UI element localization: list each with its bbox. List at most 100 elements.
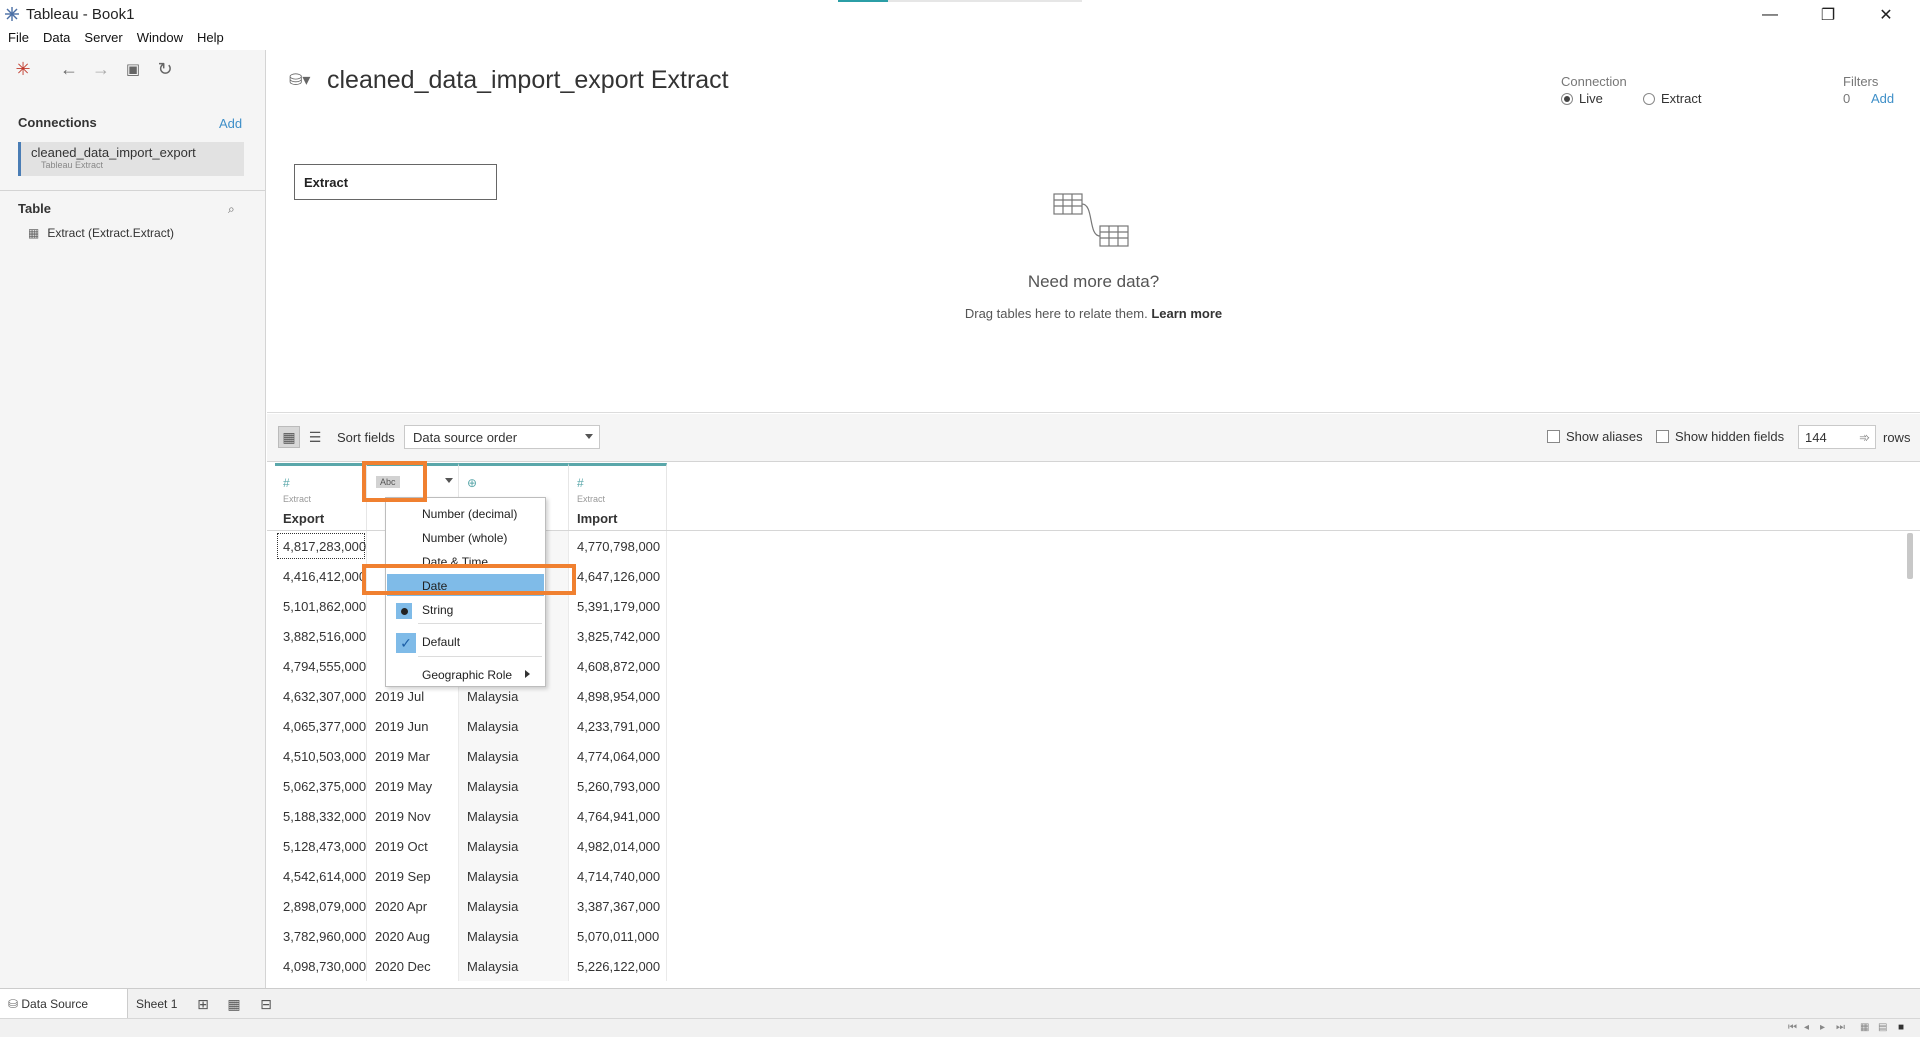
grid-cell[interactable]: 2019 Oct <box>367 831 459 861</box>
grid-cell[interactable]: Malaysia <box>459 801 569 831</box>
list-view-icon[interactable]: ☰ <box>304 426 326 448</box>
grid-cell[interactable]: Malaysia <box>459 921 569 951</box>
grid-cell[interactable]: 5,128,473,000 <box>275 831 367 861</box>
add-connection-link[interactable]: Add <box>219 116 242 131</box>
new-worksheet-icon[interactable]: ⊞ <box>192 993 214 1015</box>
grid-cell[interactable]: 4,770,798,000 <box>569 531 667 561</box>
grid-cell[interactable]: 2,898,079,000 <box>275 891 367 921</box>
grid-cell[interactable]: 2019 Mar <box>367 741 459 771</box>
radio-live[interactable]: Live <box>1561 91 1603 106</box>
grid-cell[interactable]: 2019 Nov <box>367 801 459 831</box>
datasource-icon[interactable]: ⛁▾ <box>289 70 310 90</box>
column-menu-chevron-icon[interactable] <box>445 478 453 483</box>
new-story-icon[interactable]: ⊟ <box>255 993 277 1015</box>
grid-cell[interactable]: 2020 Apr <box>367 891 459 921</box>
grid-cell[interactable]: 5,226,122,000 <box>569 951 667 981</box>
vertical-scrollbar[interactable] <box>1907 531 1915 988</box>
grid-cell[interactable]: 2019 Jun <box>367 711 459 741</box>
grid-cell[interactable]: 4,817,283,000 <box>275 531 367 561</box>
grid-cell[interactable]: 4,416,412,000 <box>275 561 367 591</box>
extract-table-box[interactable]: Extract <box>294 164 497 200</box>
grid-cell[interactable]: Malaysia <box>459 861 569 891</box>
menu-help[interactable]: Help <box>197 30 224 50</box>
search-icon[interactable]: ⌕ <box>228 202 235 217</box>
grid-cell[interactable]: 5,101,862,000 <box>275 591 367 621</box>
grid-cell[interactable]: 5,062,375,000 <box>275 771 367 801</box>
close-button[interactable]: ✕ <box>1858 0 1914 30</box>
grid-cell[interactable]: 2020 Aug <box>367 921 459 951</box>
grid-cell[interactable]: 3,882,516,000 <box>275 621 367 651</box>
tab-sheet-1[interactable]: Sheet 1 <box>128 989 184 1018</box>
grid-cell[interactable]: 5,188,332,000 <box>275 801 367 831</box>
menu-server[interactable]: Server <box>84 30 122 50</box>
menu-item-number-decimal[interactable]: Number (decimal) <box>387 502 544 524</box>
rows-input[interactable]: 144 ➾ <box>1798 425 1876 449</box>
grid-cell[interactable]: 4,510,503,000 <box>275 741 367 771</box>
menu-file[interactable]: File <box>8 30 29 50</box>
grid-cell[interactable]: 4,898,954,000 <box>569 681 667 711</box>
forward-icon[interactable]: → <box>90 58 112 80</box>
grid-cell[interactable]: 4,233,791,000 <box>569 711 667 741</box>
prev-page-icon[interactable]: ◂ <box>1804 1022 1818 1035</box>
grid-view-icon[interactable]: ▦ <box>278 426 300 448</box>
grid-cell[interactable]: 4,764,941,000 <box>569 801 667 831</box>
grid-cell[interactable]: 4,794,555,000 <box>275 651 367 681</box>
learn-more-link[interactable]: Learn more <box>1151 306 1222 321</box>
first-page-icon[interactable]: ⏮ <box>1788 1022 1802 1035</box>
restore-button[interactable]: ❐ <box>1800 0 1856 30</box>
new-dashboard-icon[interactable]: ▦ <box>223 993 245 1015</box>
menu-item-number-whole[interactable]: Number (whole) <box>387 526 544 548</box>
grid-cell[interactable]: 3,825,742,000 <box>569 621 667 651</box>
grid-cell[interactable]: 5,391,179,000 <box>569 591 667 621</box>
number-type-icon[interactable]: # <box>283 476 290 490</box>
refresh-icon[interactable]: ↻ <box>154 58 176 80</box>
grid-cell[interactable]: 3,782,960,000 <box>275 921 367 951</box>
grid-cell[interactable]: 5,260,793,000 <box>569 771 667 801</box>
grid-cell[interactable]: Malaysia <box>459 831 569 861</box>
datasource-title[interactable]: cleaned_data_import_export Extract <box>327 66 729 95</box>
column-header-import[interactable]: # Extract Import <box>569 463 667 531</box>
tabs-view-icon[interactable]: ■ <box>1898 1022 1912 1035</box>
grid-cell[interactable]: 2020 Dec <box>367 951 459 981</box>
column-header-export[interactable]: # Extract Export <box>275 463 367 531</box>
grid-cell[interactable]: 2019 Sep <box>367 861 459 891</box>
number-type-icon[interactable]: # <box>577 476 584 490</box>
next-page-icon[interactable]: ▸ <box>1820 1022 1834 1035</box>
arrow-right-icon[interactable]: ➾ <box>1859 430 1870 446</box>
grid-cell[interactable]: 4,774,064,000 <box>569 741 667 771</box>
save-icon[interactable]: ▣ <box>122 58 144 80</box>
show-aliases-checkbox[interactable]: Show aliases <box>1547 429 1643 444</box>
tab-data-source[interactable]: ⛁ Data Source <box>0 989 128 1018</box>
add-filter-link[interactable]: Add <box>1871 91 1894 106</box>
grid-cell[interactable]: Malaysia <box>459 951 569 981</box>
grid-cell[interactable]: 4,098,730,000 <box>275 951 367 981</box>
grid-cell[interactable]: 2019 May <box>367 771 459 801</box>
grid-cell[interactable]: Malaysia <box>459 741 569 771</box>
grid-cell[interactable]: 4,065,377,000 <box>275 711 367 741</box>
last-page-icon[interactable]: ⏭ <box>1836 1022 1850 1035</box>
grid-cell[interactable]: 4,714,740,000 <box>569 861 667 891</box>
minimize-button[interactable]: — <box>1742 0 1798 30</box>
grid-cell[interactable]: Malaysia <box>459 891 569 921</box>
menu-item-date[interactable]: Date <box>387 574 544 596</box>
string-type-icon[interactable]: Abc <box>376 476 400 488</box>
grid-cell[interactable]: Malaysia <box>459 711 569 741</box>
back-icon[interactable]: ← <box>58 58 80 80</box>
sort-fields-select[interactable]: Data source order <box>404 425 600 449</box>
geographic-type-icon[interactable]: ⊕ <box>467 476 477 490</box>
menu-item-default[interactable]: ✓ Default <box>387 630 544 653</box>
grid-cell[interactable]: 5,070,011,000 <box>569 921 667 951</box>
menu-window[interactable]: Window <box>137 30 183 50</box>
menu-item-geographic-role[interactable]: Geographic Role <box>387 663 544 685</box>
grid-cell[interactable]: 3,387,367,000 <box>569 891 667 921</box>
grid-cell[interactable]: Malaysia <box>459 771 569 801</box>
grid-cell[interactable]: 4,542,614,000 <box>275 861 367 891</box>
radio-extract[interactable]: Extract <box>1643 91 1701 106</box>
grid-cell[interactable]: 4,608,872,000 <box>569 651 667 681</box>
sorter-view-icon[interactable]: ▦ <box>1860 1022 1874 1035</box>
grid-cell[interactable]: 4,647,126,000 <box>569 561 667 591</box>
menu-item-string[interactable]: String <box>387 598 544 620</box>
menu-data[interactable]: Data <box>43 30 70 50</box>
show-hidden-checkbox[interactable]: Show hidden fields <box>1656 429 1784 444</box>
filmstrip-view-icon[interactable]: ▤ <box>1878 1022 1892 1035</box>
